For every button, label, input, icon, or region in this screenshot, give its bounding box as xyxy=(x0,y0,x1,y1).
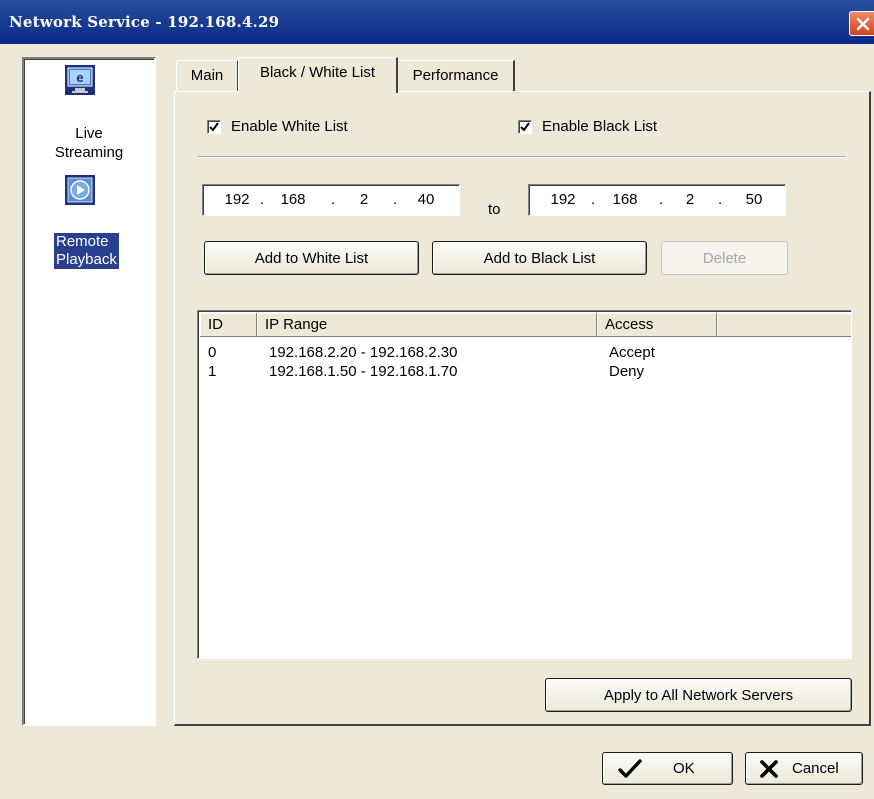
sidebar-item-label: Remote xyxy=(56,233,109,250)
table-row[interactable]: 1 192.168.1.50 - 192.168.1.70 Deny xyxy=(200,363,851,381)
ip-from-octet-4[interactable]: 40 xyxy=(408,191,444,208)
checkmark-icon xyxy=(209,121,219,132)
delete-button[interactable]: Delete xyxy=(661,241,788,275)
tab-performance[interactable]: Performance xyxy=(397,60,515,91)
ip-to-octet-2[interactable]: 168 xyxy=(607,191,643,208)
sidebar-item-label: Playback xyxy=(56,251,117,268)
remote-playback-icon xyxy=(65,175,95,205)
tab-black-white-list[interactable]: Black / White List xyxy=(238,57,398,93)
sidebar-item-label: Streaming xyxy=(54,144,124,161)
button-label: Delete xyxy=(702,249,747,267)
close-icon xyxy=(856,17,870,30)
sidebar-item-remote-playback[interactable]: Remote Playback xyxy=(24,169,154,279)
tab-label: Main xyxy=(190,67,224,84)
cancel-button[interactable]: Cancel xyxy=(745,752,863,785)
window-title: Network Service - 192.168.4.29 xyxy=(9,13,280,31)
network-service-dialog: Network Service - 192.168.4.29 e Live St… xyxy=(0,0,874,799)
enable-white-list-label: Enable White List xyxy=(231,118,348,135)
button-label: Cancel xyxy=(792,760,839,777)
live-streaming-icon: e xyxy=(65,65,95,95)
ip-to-field[interactable]: 192 . 168 . 2 . 50 xyxy=(528,184,786,216)
title-bar[interactable]: Network Service - 192.168.4.29 xyxy=(0,0,874,44)
separator-line xyxy=(197,156,845,158)
button-label: Add to White List xyxy=(254,249,369,267)
cell-access: Accept xyxy=(609,344,655,361)
ip-from-octet-3[interactable]: 2 xyxy=(346,191,382,208)
button-label: Apply to All Network Servers xyxy=(603,686,794,704)
sidebar-item-label: Live xyxy=(75,125,103,142)
enable-black-list-label: Enable Black List xyxy=(542,118,658,135)
ip-dot: . xyxy=(331,191,336,208)
sidebar-item-live-streaming[interactable]: e Live Streaming xyxy=(24,59,154,169)
tab-label: Black / White List xyxy=(259,64,376,81)
ok-button[interactable]: OK xyxy=(602,752,733,785)
checkmark-icon xyxy=(520,121,530,132)
enable-black-list-checkbox[interactable]: Enable Black List xyxy=(518,118,657,135)
column-header-filler xyxy=(717,313,851,337)
column-header-ip-range[interactable]: IP Range xyxy=(257,313,597,337)
ip-from-field[interactable]: 192 . 168 . 2 . 40 xyxy=(202,184,460,216)
add-to-white-list-button[interactable]: Add to White List xyxy=(204,241,419,275)
ip-from-octet-2[interactable]: 168 xyxy=(275,191,311,208)
service-list: e Live Streaming Remote Playback xyxy=(22,57,156,726)
cell-ip-range: 192.168.2.20 - 192.168.2.30 xyxy=(269,344,458,361)
ip-to-octet-3[interactable]: 2 xyxy=(672,191,708,208)
apply-to-all-servers-button[interactable]: Apply to All Network Servers xyxy=(545,678,852,712)
table-header: ID IP Range Access xyxy=(200,313,851,337)
cell-access: Deny xyxy=(609,363,645,380)
ip-to-octet-1[interactable]: 192 xyxy=(545,191,581,208)
access-list-table[interactable]: ID IP Range Access 0 192.168.2.20 - 192.… xyxy=(197,310,852,659)
ip-dot: . xyxy=(718,191,723,208)
svg-text:e: e xyxy=(76,70,83,85)
x-mark-icon xyxy=(760,759,778,778)
button-label: OK xyxy=(673,760,695,777)
cell-ip-range: 192.168.1.50 - 192.168.1.70 xyxy=(269,363,458,380)
column-header-id[interactable]: ID xyxy=(200,313,257,337)
ip-to-octet-4[interactable]: 50 xyxy=(736,191,772,208)
ip-dot: . xyxy=(393,191,398,208)
checkmark-icon xyxy=(618,758,642,778)
ip-dot: . xyxy=(260,191,265,208)
checkbox-box[interactable] xyxy=(207,119,221,134)
enable-white-list-checkbox[interactable]: Enable White List xyxy=(207,118,348,135)
column-header-access[interactable]: Access xyxy=(597,313,717,337)
tab-label: Performance xyxy=(412,67,499,84)
tab-main[interactable]: Main xyxy=(176,60,239,91)
cell-id: 1 xyxy=(208,363,217,380)
close-button[interactable] xyxy=(849,11,874,36)
ip-dot: . xyxy=(659,191,664,208)
cell-id: 0 xyxy=(208,344,217,361)
button-label: Add to Black List xyxy=(483,249,596,267)
ip-dot: . xyxy=(591,191,596,208)
to-label: to xyxy=(488,201,501,218)
add-to-black-list-button[interactable]: Add to Black List xyxy=(432,241,647,275)
table-row[interactable]: 0 192.168.2.20 - 192.168.2.30 Accept xyxy=(200,344,851,362)
ip-from-octet-1[interactable]: 192 xyxy=(219,191,255,208)
checkbox-box[interactable] xyxy=(518,119,532,134)
